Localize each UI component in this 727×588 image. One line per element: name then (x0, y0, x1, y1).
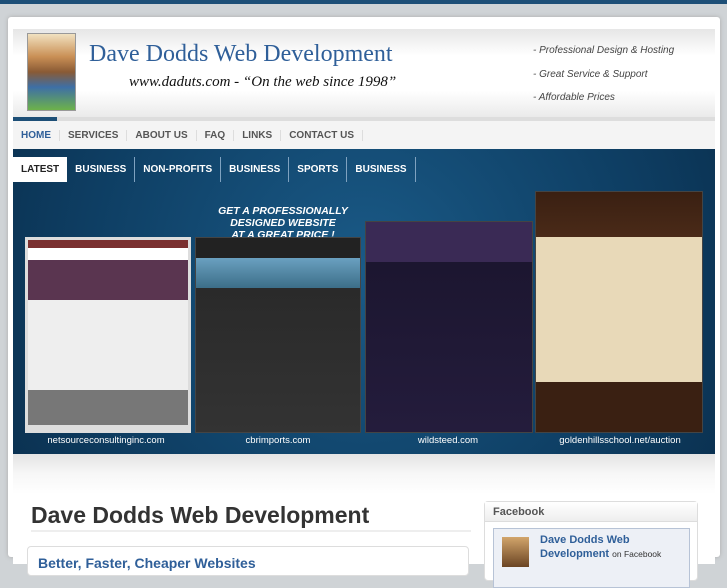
tab-latest[interactable]: LATEST (13, 157, 68, 182)
facebook-widget: Facebook Dave Dodds Web Development on F… (484, 501, 698, 588)
post-box: Better, Faster, Cheaper Websites (27, 546, 469, 576)
feature-item: - Great Service & Support (533, 68, 648, 80)
post-title[interactable]: Better, Faster, Cheaper Websites (38, 555, 256, 571)
nav-links[interactable]: LINKS (234, 129, 282, 141)
widget-heading: Facebook (485, 502, 697, 522)
tab-non-profits[interactable]: NON-PROFITS (135, 157, 222, 182)
tab-business[interactable]: BUSINESS (67, 157, 136, 182)
content-area: Dave Dodds Web Development Better, Faste… (13, 454, 715, 588)
facebook-avatar[interactable] (502, 537, 529, 567)
site-screenshot[interactable] (535, 191, 703, 433)
nav-services[interactable]: SERVICES (60, 129, 128, 141)
site-header: Dave Dodds Web Development www.daduts.co… (13, 29, 715, 117)
promo-text: GET A PROFESSIONALLY DESIGNED WEBSITE AT… (203, 205, 363, 241)
site-screenshot[interactable] (25, 237, 191, 433)
nav-about-us[interactable]: ABOUT US (127, 129, 197, 141)
tab-business[interactable]: BUSINESS (221, 157, 290, 182)
page-heading: Dave Dodds Web Development (31, 502, 370, 528)
promo-line: GET A PROFESSIONALLY (218, 205, 348, 217)
site-caption[interactable]: netsourceconsultinginc.com (21, 435, 191, 446)
site-caption[interactable]: cbrimports.com (193, 435, 363, 446)
nav-contact-us[interactable]: CONTACT US (281, 129, 363, 141)
nav-faq[interactable]: FAQ (197, 129, 235, 141)
site-tagline: www.daduts.com - “On the web since 1998” (129, 74, 397, 90)
feature-item: - Affordable Prices (533, 92, 615, 103)
active-indicator (13, 117, 57, 121)
tab-sports[interactable]: SPORTS (289, 157, 348, 182)
site-screenshot[interactable] (195, 237, 361, 433)
feature-list: - Professional Design & Hosting - Great … (533, 39, 674, 110)
site-title[interactable]: Dave Dodds Web Development (89, 41, 393, 68)
feature-item: - Professional Design & Hosting (533, 45, 675, 56)
caricature-logo[interactable] (27, 33, 76, 111)
page-container: Dave Dodds Web Development www.daduts.co… (8, 17, 720, 588)
facebook-like-box: Dave Dodds Web Development on Facebook (493, 528, 690, 588)
portfolio-slider: LATEST BUSINESS NON-PROFITS BUSINESS SPO… (13, 149, 715, 454)
site-screenshot[interactable] (365, 221, 533, 433)
promo-line: DESIGNED WEBSITE (230, 217, 336, 229)
site-caption[interactable]: goldenhillsschool.net/auction (535, 435, 705, 446)
main-nav: HOME SERVICES ABOUT US FAQ LINKS CONTACT… (13, 117, 715, 149)
facebook-suffix: on Facebook (612, 549, 662, 559)
top-bar (0, 0, 727, 4)
nav-home[interactable]: HOME (21, 129, 60, 141)
heading-divider (31, 530, 471, 532)
site-caption[interactable]: wildsteed.com (363, 435, 533, 446)
tab-business[interactable]: BUSINESS (347, 157, 416, 182)
